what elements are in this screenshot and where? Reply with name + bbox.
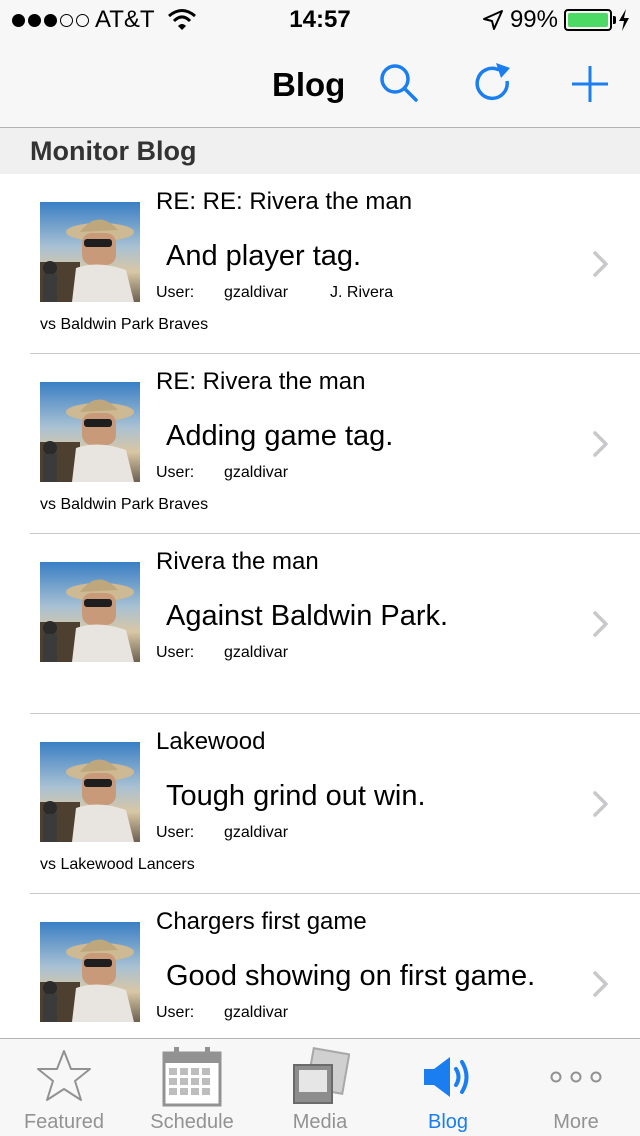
user-label: User:	[156, 1004, 195, 1021]
location-arrow-icon	[482, 10, 503, 30]
section-title: Monitor Blog	[30, 136, 197, 166]
battery-icon	[564, 9, 616, 31]
post-title: Rivera the man	[156, 548, 319, 575]
post-snippet: Adding game tag.	[166, 420, 394, 452]
battery-percent: 99%	[509, 6, 558, 33]
post-title: Lakewood	[156, 728, 266, 755]
post-title: RE: Rivera the man	[156, 368, 366, 395]
navigation-bar: Blog	[0, 40, 640, 128]
page-title: Blog	[272, 66, 346, 103]
tab-schedule[interactable]: Schedule	[128, 1039, 256, 1136]
section-header: Monitor Blog	[0, 128, 640, 174]
author-avatar	[40, 922, 140, 1022]
post-title: Chargers first game	[156, 908, 367, 935]
more-icon	[550, 1071, 602, 1083]
author-avatar	[40, 202, 140, 302]
star-icon	[37, 1050, 91, 1101]
post-snippet: And player tag.	[166, 240, 362, 272]
tab-bar: Featured Schedule Media Blog More	[0, 1038, 640, 1136]
post-author: gzaldivar	[224, 644, 289, 661]
search-icon[interactable]	[376, 60, 424, 108]
tab-label: Featured	[23, 1111, 105, 1133]
post-author: gzaldivar	[224, 824, 289, 841]
tab-featured[interactable]: Featured	[0, 1039, 128, 1136]
tab-label: More	[553, 1111, 599, 1133]
user-label: User:	[156, 464, 195, 481]
media-icon	[293, 1047, 350, 1104]
chevron-right-icon	[593, 611, 608, 637]
chevron-right-icon	[593, 971, 608, 997]
add-icon[interactable]	[566, 60, 614, 108]
post-author: gzaldivar	[224, 1004, 289, 1021]
tab-label: Media	[292, 1111, 348, 1133]
tab-label: Schedule	[150, 1111, 234, 1133]
user-label: User:	[156, 284, 195, 301]
author-avatar	[40, 562, 140, 662]
game-opponent: vs Baldwin Park Braves	[40, 316, 209, 333]
game-opponent: vs Lakewood Lancers	[40, 856, 195, 873]
author-avatar	[40, 742, 140, 842]
blog-post-row[interactable]: Chargers first game Good showing on firs…	[0, 894, 640, 1038]
author-avatar	[40, 382, 140, 482]
post-snippet: Against Baldwin Park.	[166, 600, 449, 632]
post-title: RE: RE: Rivera the man	[156, 188, 413, 215]
blog-post-row[interactable]: RE: RE: Rivera the man And player tag. U…	[0, 174, 640, 354]
charging-bolt-icon	[619, 9, 629, 31]
refresh-icon[interactable]	[470, 60, 518, 108]
chevron-right-icon	[593, 791, 608, 817]
calendar-icon	[162, 1047, 222, 1107]
blog-post-row[interactable]: Lakewood Tough grind out win. User: gzal…	[0, 714, 640, 894]
post-snippet: Good showing on first game.	[166, 960, 536, 992]
user-label: User:	[156, 644, 195, 661]
user-label: User:	[156, 824, 195, 841]
post-author: gzaldivar	[224, 284, 289, 301]
blog-post-row[interactable]: Rivera the man Against Baldwin Park. Use…	[0, 534, 640, 714]
post-snippet: Tough grind out win.	[166, 780, 426, 812]
tab-more[interactable]: More	[512, 1039, 640, 1136]
post-author: gzaldivar	[224, 464, 289, 481]
tab-media[interactable]: Media	[256, 1039, 384, 1136]
game-opponent: vs Baldwin Park Braves	[40, 496, 209, 513]
tagged-player: J. Rivera	[330, 284, 394, 301]
megaphone-icon	[424, 1057, 469, 1097]
status-bar: AT&T 14:57 99%	[0, 0, 640, 40]
chevron-right-icon	[593, 431, 608, 457]
blog-post-list[interactable]: RE: RE: Rivera the man And player tag. U…	[0, 174, 640, 1038]
tab-label: Blog	[427, 1111, 469, 1133]
blog-post-row[interactable]: RE: Rivera the man Adding game tag. User…	[0, 354, 640, 534]
chevron-right-icon	[593, 251, 608, 277]
status-right: 99%	[482, 6, 630, 34]
tab-blog[interactable]: Blog	[384, 1039, 512, 1136]
